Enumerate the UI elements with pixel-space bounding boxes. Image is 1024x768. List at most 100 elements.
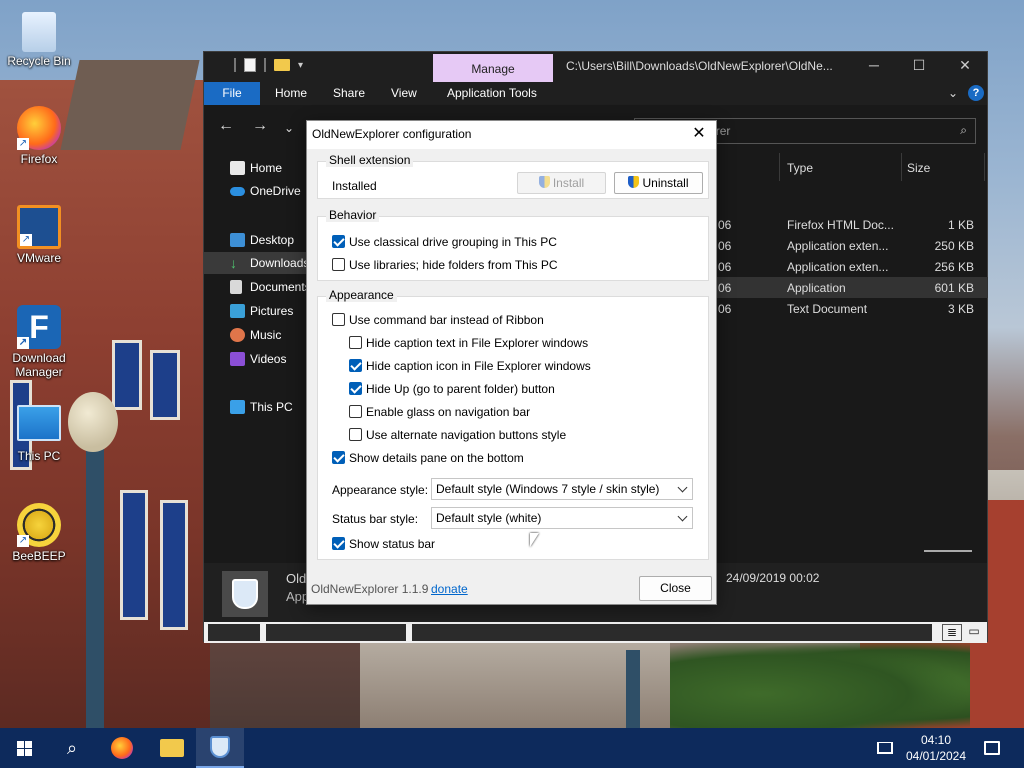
shortcut-arrow-icon: ↗ xyxy=(17,337,29,349)
desktop-icon-download-manager[interactable]: F ↗ Download Manager xyxy=(2,305,76,379)
dialog-close-icon[interactable]: ✕ xyxy=(688,123,710,145)
details-view-icon[interactable]: ≣ xyxy=(942,624,962,641)
notifications-icon[interactable] xyxy=(974,728,1010,768)
donate-link[interactable]: donate xyxy=(431,582,468,596)
table-row[interactable]: 06 Application exten... 250 KB xyxy=(714,235,988,256)
sidebar-item-onedrive[interactable]: OneDrive xyxy=(204,180,308,202)
version-text: OldNewExplorer 1.1.9 xyxy=(311,582,429,596)
window-title-path: C:\Users\Bill\Downloads\OldNewExplorer\O… xyxy=(566,59,833,73)
file-size: 256 KB xyxy=(934,260,974,274)
file-date: 06 xyxy=(718,218,732,232)
checkbox-enable-glass[interactable]: Enable glass on navigation bar xyxy=(349,405,530,423)
table-row[interactable]: 06 Firefox HTML Doc... 1 KB xyxy=(714,214,988,235)
checkbox-hide-up-button[interactable]: Hide Up (go to parent folder) button xyxy=(349,382,555,400)
taskbar-search-button[interactable]: ⌕ xyxy=(48,728,96,768)
checkbox-command-bar[interactable]: Use command bar instead of Ribbon xyxy=(332,313,544,331)
checkbox-box xyxy=(332,258,345,271)
checkbox-alternate-nav-buttons[interactable]: Use alternate navigation buttons style xyxy=(349,428,566,446)
file-date: 06 xyxy=(718,281,732,295)
new-folder-icon[interactable] xyxy=(274,59,290,71)
monitor-icon xyxy=(17,405,61,441)
forward-arrow-icon[interactable]: → xyxy=(252,117,268,135)
download-arrow-icon: ↓ xyxy=(230,255,237,271)
recycle-bin-icon xyxy=(22,12,56,52)
checkbox-use-libraries[interactable]: Use libraries; hide folders from This PC xyxy=(332,258,558,276)
desktop-icon-firefox[interactable]: ↗ Firefox xyxy=(2,106,76,166)
table-row-selected[interactable]: 06 Application 601 KB xyxy=(714,277,988,298)
column-header-type[interactable]: Type xyxy=(787,161,813,175)
shell-status: Installed xyxy=(332,179,377,193)
desktop-icon-beebeep[interactable]: ↗ BeeBEEP xyxy=(2,503,76,563)
column-header-size[interactable]: Size xyxy=(907,161,930,175)
table-row[interactable]: 06 Application exten... 256 KB xyxy=(714,256,988,277)
wallpaper-lamp-post xyxy=(86,410,104,728)
sidebar-item-documents[interactable]: Documents xyxy=(204,276,308,298)
maximize-button[interactable]: ☐ xyxy=(904,57,934,74)
sidebar-item-music[interactable]: Music xyxy=(204,324,308,346)
group-behavior: Behavior Use classical drive grouping in… xyxy=(317,208,709,281)
checkbox-show-status-bar[interactable]: Show status bar xyxy=(332,537,435,555)
table-row[interactable]: 06 Text Document 3 KB xyxy=(714,298,988,319)
sidebar-item-home[interactable]: Home xyxy=(204,157,308,179)
appearance-style-select[interactable]: Default style (Windows 7 style / skin st… xyxy=(431,478,693,500)
uninstall-button[interactable]: Uninstall xyxy=(614,172,703,194)
desktop-icon-label: Download Manager xyxy=(12,351,66,379)
horizontal-scrollbar[interactable] xyxy=(924,550,972,552)
navigation-pane: Home OneDrive Desktop ↓ Downloads Documen… xyxy=(204,153,308,563)
tab-application-tools[interactable]: Application Tools xyxy=(447,82,537,105)
manage-tab[interactable]: Manage xyxy=(433,54,553,82)
desktop-folder-icon xyxy=(230,233,245,247)
checkbox-box xyxy=(332,451,345,464)
sidebar-item-label: Pictures xyxy=(250,304,294,318)
music-icon xyxy=(230,328,245,342)
sidebar-item-label: This PC xyxy=(250,400,293,414)
help-icon[interactable]: ? xyxy=(968,85,984,101)
wallpaper-building-mid xyxy=(360,640,670,728)
desktop-icon-this-pc[interactable]: This PC xyxy=(2,405,76,463)
desktop-icon-vmware[interactable]: ↗ VMware xyxy=(2,205,76,265)
desktop-icon-recycle-bin[interactable]: Recycle Bin xyxy=(2,12,76,68)
minimize-button[interactable]: ─ xyxy=(859,57,889,73)
checkbox-hide-caption-icon[interactable]: Hide caption icon in File Explorer windo… xyxy=(349,359,591,377)
appearance-style-label: Appearance style: xyxy=(332,483,429,497)
large-icons-view-icon[interactable]: ▭ xyxy=(964,624,984,641)
close-dialog-button[interactable]: Close xyxy=(639,576,712,601)
clock-time: 04:10 xyxy=(920,733,952,747)
recent-locations-chevron-icon[interactable]: ⌄ xyxy=(284,121,294,135)
chevron-down-icon[interactable]: ▾ xyxy=(298,60,303,71)
ribbon-expand-icon[interactable]: ⌄ xyxy=(948,82,958,105)
install-button[interactable]: Install xyxy=(517,172,606,194)
close-button[interactable]: ✕ xyxy=(950,57,980,74)
checkbox-hide-caption-text[interactable]: Hide caption text in File Explorer windo… xyxy=(349,336,588,354)
windows-logo-icon xyxy=(16,740,32,756)
sidebar-item-downloads[interactable]: ↓ Downloads xyxy=(204,252,308,274)
tab-view[interactable]: View xyxy=(391,82,417,105)
tab-home[interactable]: Home xyxy=(275,82,307,105)
sidebar-item-desktop[interactable]: Desktop xyxy=(204,229,308,251)
file-size: 250 KB xyxy=(934,239,974,253)
status-bar-style-select[interactable]: Default style (white) xyxy=(431,507,693,529)
tab-file[interactable]: File xyxy=(204,82,260,105)
taskbar-oldnewexplorer[interactable] xyxy=(196,728,244,768)
taskbar-firefox[interactable] xyxy=(98,728,146,768)
taskbar-clock[interactable]: 04:10 04/01/2024 xyxy=(902,732,970,764)
tab-share[interactable]: Share xyxy=(333,82,365,105)
network-icon[interactable] xyxy=(868,728,902,768)
checkbox-details-pane-bottom[interactable]: Show details pane on the bottom xyxy=(332,451,524,469)
back-arrow-icon[interactable]: ← xyxy=(218,117,234,135)
properties-icon[interactable] xyxy=(244,58,256,72)
sidebar-item-videos[interactable]: Videos xyxy=(204,348,308,370)
wallpaper-trees xyxy=(670,640,970,728)
desktop: Recycle Bin ↗ Firefox ↗ VMware F ↗ Downl… xyxy=(0,0,1024,728)
group-label: Shell extension xyxy=(326,153,414,167)
checkbox-classical-drive-grouping[interactable]: Use classical drive grouping in This PC xyxy=(332,235,557,253)
uac-shield-icon xyxy=(628,176,640,188)
sidebar-item-this-pc[interactable]: This PC xyxy=(204,396,308,418)
wallpaper-lamp-post-2 xyxy=(626,650,640,728)
shield-icon xyxy=(210,736,230,758)
home-icon xyxy=(230,161,245,175)
sidebar-item-pictures[interactable]: Pictures xyxy=(204,300,308,322)
file-size: 1 KB xyxy=(947,218,974,232)
taskbar-file-explorer[interactable] xyxy=(148,728,196,768)
start-button[interactable] xyxy=(0,728,48,768)
